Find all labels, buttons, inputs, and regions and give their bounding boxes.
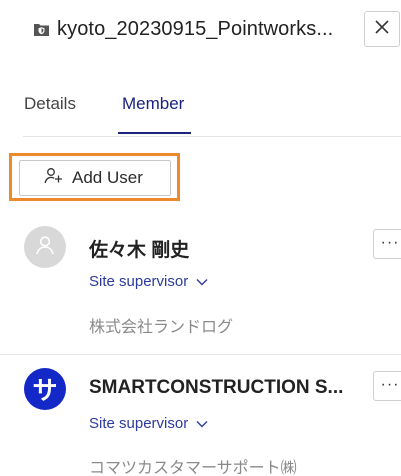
chevron-down-icon bbox=[196, 415, 208, 432]
member-name: 佐々木 剛史 bbox=[89, 240, 190, 261]
add-user-button[interactable]: Add User bbox=[19, 160, 171, 196]
role-label: Site supervisor bbox=[89, 415, 189, 432]
close-icon bbox=[374, 19, 390, 40]
avatar-initial: サ bbox=[32, 376, 58, 405]
more-horizontal-icon: ··· bbox=[380, 234, 400, 251]
chevron-down-icon bbox=[196, 273, 208, 290]
role-dropdown[interactable]: Site supervisor bbox=[89, 415, 208, 432]
member-name: SMARTCONSTRUCTION S... bbox=[89, 377, 344, 398]
more-options-button[interactable]: ··· bbox=[373, 371, 401, 401]
avatar: サ bbox=[24, 368, 66, 410]
page-title: kyoto_20230915_Pointworks... bbox=[57, 18, 334, 40]
close-button[interactable] bbox=[364, 11, 400, 47]
folder-shield-icon bbox=[33, 21, 50, 38]
avatar bbox=[24, 226, 66, 268]
tab-bar: Details Member bbox=[23, 88, 401, 137]
member-company: 株式会社ランドログ bbox=[89, 319, 234, 336]
tab-details[interactable]: Details bbox=[24, 94, 76, 114]
member-row: サ SMARTCONSTRUCTION S... ··· Site superv… bbox=[0, 354, 401, 476]
role-label: Site supervisor bbox=[89, 273, 189, 290]
user-placeholder-icon bbox=[33, 233, 57, 262]
member-row: 佐々木 剛史 ··· Site supervisor 株式会社ランドログ bbox=[0, 222, 401, 355]
active-tab-indicator bbox=[118, 132, 191, 134]
tab-member[interactable]: Member bbox=[122, 94, 401, 114]
role-dropdown[interactable]: Site supervisor bbox=[89, 273, 208, 290]
title-wrap: kyoto_20230915_Pointworks... bbox=[33, 18, 333, 41]
more-options-button[interactable]: ··· bbox=[373, 229, 401, 259]
member-company: コマツカスタマーサポート㈱ bbox=[89, 460, 297, 476]
member-panel: kyoto_20230915_Pointworks... Details Mem… bbox=[0, 0, 401, 476]
more-horizontal-icon: ··· bbox=[380, 376, 400, 393]
add-user-icon bbox=[44, 167, 64, 190]
add-user-label: Add User bbox=[72, 168, 143, 187]
panel-header: kyoto_20230915_Pointworks... bbox=[0, 0, 401, 62]
